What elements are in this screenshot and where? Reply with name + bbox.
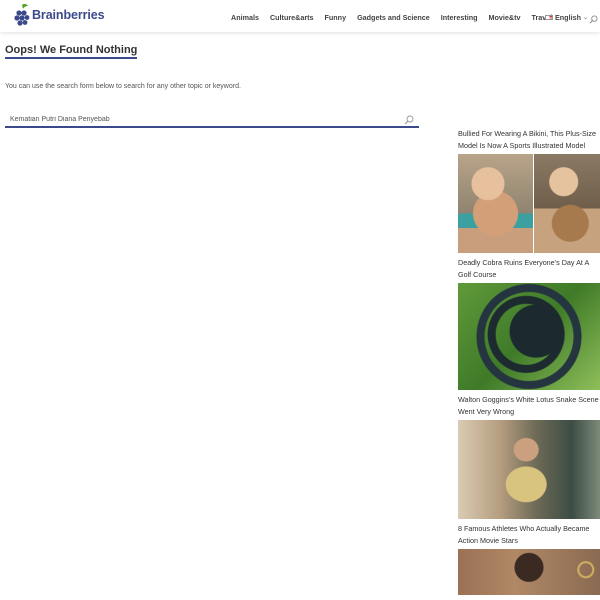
article-card[interactable]: 8 Famous Athletes Who Actually Became Ac…: [458, 523, 600, 595]
page-title: Oops! We Found Nothing: [5, 44, 138, 59]
article-image-left: [458, 154, 533, 253]
nav-gadgets-science[interactable]: Gadgets and Science: [357, 13, 430, 22]
nav-funny[interactable]: Funny: [325, 13, 347, 22]
language-selector[interactable]: English ⌄: [545, 13, 588, 22]
article-title[interactable]: Deadly Cobra Ruins Everyone’s Day At A G…: [458, 257, 600, 281]
search-icon: [589, 15, 598, 24]
sidebar-articles: Bullied For Wearing A Bikini, This Plus-…: [458, 128, 600, 599]
article-card[interactable]: Bullied For Wearing A Bikini, This Plus-…: [458, 128, 600, 253]
article-title[interactable]: Bullied For Wearing A Bikini, This Plus-…: [458, 128, 600, 152]
language-label: English: [555, 13, 581, 22]
search-submit-button[interactable]: [404, 112, 414, 130]
nav-culture-arts[interactable]: Culture&arts: [270, 13, 314, 22]
nav-interesting[interactable]: Interesting: [441, 13, 478, 22]
site-logo[interactable]: Brainberries: [14, 3, 105, 27]
article-image[interactable]: [458, 154, 600, 253]
nav-movie-tv[interactable]: Movie&tv: [489, 13, 521, 22]
search-form: [5, 108, 419, 130]
search-icon: [404, 115, 414, 125]
us-flag-icon: [545, 14, 553, 21]
article-image[interactable]: [458, 283, 600, 390]
logo-text: Brainberries: [32, 8, 105, 22]
article-card[interactable]: Walton Goggins’s White Lotus Snake Scene…: [458, 394, 600, 519]
article-image-right: [533, 154, 600, 253]
no-results-description: You can use the search form below to sea…: [5, 83, 241, 90]
article-image[interactable]: [458, 420, 600, 519]
article-card[interactable]: Deadly Cobra Ruins Everyone’s Day At A G…: [458, 257, 600, 390]
main-nav: Animals Culture&arts Funny Gadgets and S…: [231, 13, 563, 22]
header-search-button[interactable]: [589, 11, 598, 29]
site-header: Brainberries Animals Culture&arts Funny …: [0, 0, 600, 32]
search-input[interactable]: [5, 110, 395, 129]
article-title[interactable]: 8 Famous Athletes Who Actually Became Ac…: [458, 523, 600, 547]
nav-animals[interactable]: Animals: [231, 13, 259, 22]
article-title[interactable]: Walton Goggins’s White Lotus Snake Scene…: [458, 394, 600, 418]
chevron-down-icon: ⌄: [582, 15, 588, 21]
brainberries-logo-icon: [14, 3, 30, 26]
article-image[interactable]: [458, 549, 600, 595]
